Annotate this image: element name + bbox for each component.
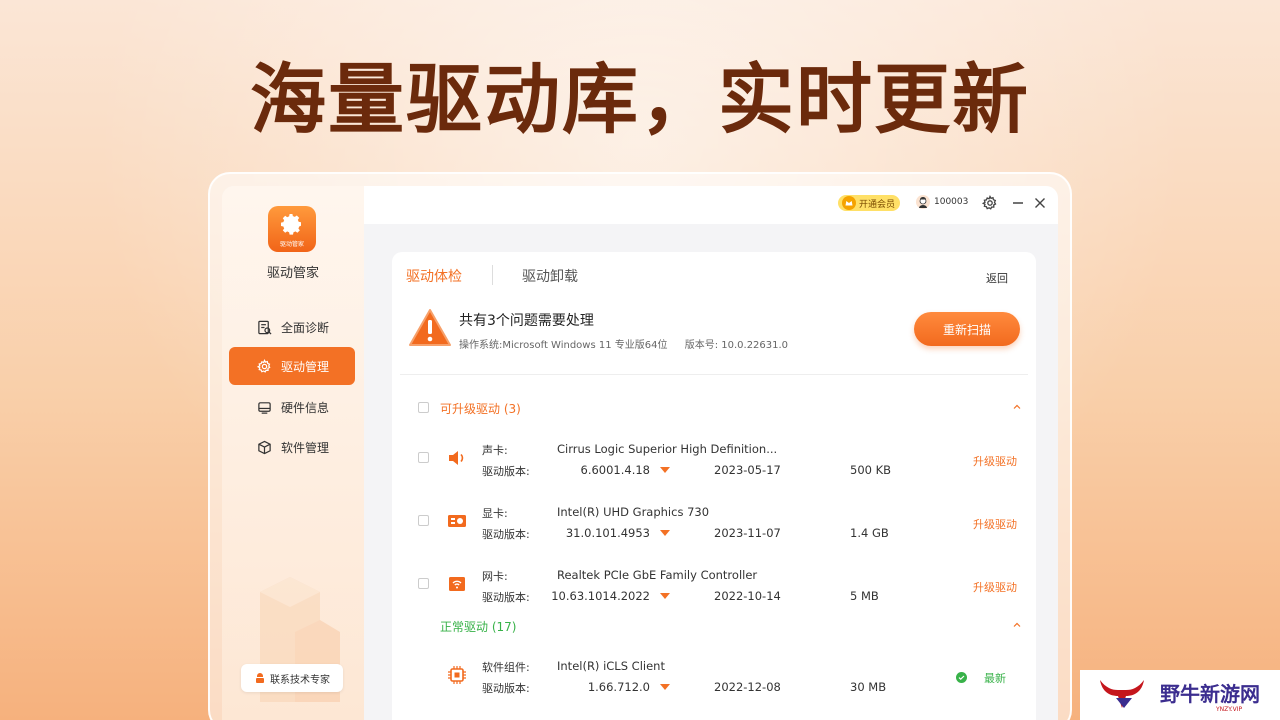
version-dropdown-icon[interactable] <box>660 467 670 473</box>
driver-name: Realtek PCIe GbE Family Controller <box>557 568 758 582</box>
logo-tag: 驱动管家 <box>279 241 304 248</box>
driver-size: 5 MB <box>850 589 879 603</box>
sidebar-item-hardware[interactable]: 硬件信息 <box>229 388 355 426</box>
settings-icon[interactable] <box>982 195 998 211</box>
app-logo: 驱动管家 <box>268 206 316 252</box>
chevron-up-icon[interactable] <box>1012 402 1022 412</box>
watermark: 野牛新游网 YNZY.VIP <box>1080 670 1280 720</box>
os-info: 操作系统:Microsoft Windows 11 专业版64位 <box>459 340 668 351</box>
driver-version-label: 驱动版本: <box>482 465 530 478</box>
chip-icon <box>448 666 466 684</box>
check-circle-icon <box>956 672 967 683</box>
driver-category: 软件组件: <box>482 661 530 674</box>
tab-driver-uninstall[interactable]: 驱动卸载 <box>522 266 578 286</box>
user-account[interactable]: 100003 <box>916 195 968 209</box>
sidebar-item-label: 驱动管理 <box>281 359 330 374</box>
driver-row-network: 网卡: 驱动版本: Realtek PCIe GbE Family Contro… <box>392 564 1036 614</box>
driver-row-sound: 声卡: 驱动版本: Cirrus Logic Superior High Def… <box>392 438 1036 488</box>
driver-version-label: 驱动版本: <box>482 528 530 541</box>
user-id: 100003 <box>934 197 969 207</box>
driver-date: 2022-12-08 <box>714 680 781 694</box>
system-info: 操作系统:Microsoft Windows 11 专业版64位 版本号: 10… <box>459 336 788 351</box>
minimize-icon[interactable] <box>1010 195 1026 211</box>
version-dropdown-icon[interactable] <box>660 593 670 599</box>
tab-divider <box>492 265 493 285</box>
crown-icon <box>842 196 856 210</box>
driver-size: 30 MB <box>850 680 887 694</box>
vip-label: 开通会员 <box>859 199 896 210</box>
driver-checkbox[interactable] <box>418 515 429 526</box>
driver-name: Intel(R) UHD Graphics 730 <box>557 505 710 519</box>
driver-version-label: 驱动版本: <box>482 682 530 695</box>
issue-summary: 共有3个问题需要处理 <box>459 313 594 329</box>
back-button[interactable]: 返回 <box>986 270 1008 286</box>
rescan-button[interactable]: 重新扫描 <box>914 312 1020 346</box>
version-dropdown-icon[interactable] <box>660 530 670 536</box>
driver-date: 2023-05-17 <box>714 463 781 477</box>
divider <box>400 374 1028 375</box>
box-icon <box>258 440 271 455</box>
upgrade-driver-button[interactable]: 升级驱动 <box>973 579 1017 595</box>
vip-button[interactable]: 开通会员 <box>838 195 900 211</box>
driver-name: Cirrus Logic Superior High Definition... <box>557 442 778 456</box>
driver-version: 1.66.712.0 <box>587 680 650 694</box>
driver-size: 1.4 GB <box>850 526 889 540</box>
driver-category: 显卡: <box>482 507 508 520</box>
driver-status: 最新 <box>984 672 1006 685</box>
upgrade-driver-button[interactable]: 升级驱动 <box>973 516 1017 532</box>
network-card-icon <box>449 577 465 591</box>
gear-icon <box>257 359 271 373</box>
watermark-text: 野牛新游网 <box>1160 682 1260 706</box>
avatar <box>916 195 930 209</box>
warning-icon <box>409 309 451 346</box>
driver-category: 网卡: <box>482 570 508 583</box>
sidebar-item-software[interactable]: 软件管理 <box>229 428 355 466</box>
driver-version: 31.0.101.4953 <box>565 526 650 540</box>
watermark-sub: YNZY.VIP <box>1216 706 1243 713</box>
driver-name: Intel(R) iCLS Client <box>557 659 665 673</box>
close-icon[interactable] <box>1032 195 1048 211</box>
driver-date: 2022-10-14 <box>714 589 781 603</box>
sidebar: 驱动管家 驱动管家 全面诊断 驱动管理 硬件信息 软件管理 联系技术专家 <box>222 186 364 720</box>
upgrade-driver-button[interactable]: 升级驱动 <box>973 453 1017 469</box>
gear-icon <box>281 214 301 235</box>
app-name: 驱动管家 <box>266 266 319 281</box>
speaker-icon <box>449 451 464 465</box>
sidebar-item-diagnosis[interactable]: 全面诊断 <box>229 308 355 346</box>
graphics-card-icon <box>448 515 466 527</box>
tab-driver-check[interactable]: 驱动体检 <box>406 266 462 286</box>
sidebar-item-label: 硬件信息 <box>281 400 330 415</box>
driver-checkbox[interactable] <box>418 452 429 463</box>
sidebar-item-label: 全面诊断 <box>281 320 330 335</box>
hardware-icon <box>258 402 271 414</box>
os-version: 版本号: 10.0.22631.0 <box>684 340 789 351</box>
version-dropdown-icon[interactable] <box>660 684 670 690</box>
sidebar-item-driver-management[interactable]: 驱动管理 <box>229 347 355 385</box>
app-window: 驱动管家 驱动管家 全面诊断 驱动管理 硬件信息 软件管理 联系技术专家 开通会… <box>222 186 1058 720</box>
driver-category: 声卡: <box>482 444 508 457</box>
driver-version: 6.6001.4.18 <box>580 463 651 477</box>
sidebar-item-label: 软件管理 <box>281 440 330 455</box>
driver-checkbox[interactable] <box>418 578 429 589</box>
driver-row-graphics: 显卡: 驱动版本: Intel(R) UHD Graphics 730 31.0… <box>392 501 1036 551</box>
diagnosis-icon <box>258 320 272 335</box>
upgradable-section-title: 可升级驱动 (3) <box>440 402 521 416</box>
title-bar: 开通会员 100003 <box>364 186 1058 224</box>
driver-version: 10.63.1014.2022 <box>551 589 650 603</box>
driver-version-label: 驱动版本: <box>482 591 530 604</box>
driver-check-panel: 驱动体检 驱动卸载 返回 共有3个问题需要处理 操作系统:Microsoft W… <box>392 252 1036 720</box>
expert-icon <box>256 673 264 683</box>
chevron-up-icon[interactable] <box>1012 620 1022 630</box>
select-all-upgradable-checkbox[interactable] <box>418 402 429 413</box>
promo-headline: 海量驱动库，实时更新 <box>250 55 1030 144</box>
driver-date: 2023-11-07 <box>714 526 781 540</box>
contact-expert-button[interactable]: 联系技术专家 <box>241 664 343 692</box>
contact-expert-label: 联系技术专家 <box>270 674 330 686</box>
driver-size: 500 KB <box>850 463 892 477</box>
normal-section-title: 正常驱动 (17) <box>440 620 517 634</box>
driver-row-software-component: 软件组件: 驱动版本: Intel(R) iCLS Client 1.66.71… <box>392 655 1036 705</box>
bull-horns-logo <box>1100 680 1144 708</box>
